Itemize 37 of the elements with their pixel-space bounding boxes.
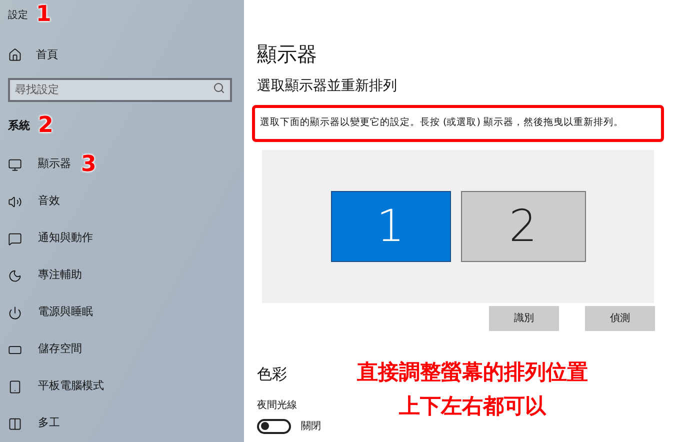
hint-text: 選取下面的顯示器以變更它的設定。長按 (或選取) 顯示器，然後拖曳以重新排列。 bbox=[260, 116, 624, 130]
app-title: 設定 bbox=[8, 8, 28, 22]
nav-item[interactable]: 專注輔助 bbox=[8, 267, 82, 284]
action-button[interactable]: 偵測 bbox=[585, 306, 655, 331]
search-field[interactable]: 尋找設定 bbox=[8, 78, 232, 102]
nav-item[interactable]: 通知與動作 bbox=[8, 230, 93, 247]
nav-item[interactable]: 電源與睡眠 bbox=[8, 304, 93, 321]
monitor-tile[interactable]: 2 bbox=[460, 191, 586, 262]
nav-item[interactable]: 顯示器 bbox=[8, 156, 71, 173]
nav-item[interactable]: 音效 bbox=[8, 193, 60, 210]
page-title: 顯示器 bbox=[257, 41, 318, 68]
section-heading: 系統 bbox=[8, 118, 30, 134]
moon-icon bbox=[8, 268, 22, 282]
speaker-icon bbox=[8, 194, 22, 208]
power-icon bbox=[8, 306, 22, 320]
annotation-caption: 直接調整螢幕的排列位置 bbox=[357, 359, 588, 386]
message-icon bbox=[8, 232, 22, 246]
action-button[interactable]: 識別 bbox=[489, 306, 559, 331]
annotation-caption: 上下左右都可以 bbox=[399, 393, 546, 420]
monitor-tile[interactable]: 1 bbox=[330, 191, 450, 262]
tablet-icon bbox=[8, 380, 22, 394]
columns-icon bbox=[8, 416, 22, 430]
section-subtitle: 選取顯示器並重新排列 bbox=[257, 77, 398, 96]
toggle-state: 關閉 bbox=[301, 420, 321, 434]
toggle-switch[interactable] bbox=[257, 418, 291, 434]
nav-item[interactable]: 儲存空間 bbox=[8, 341, 82, 358]
annotation-number: 1 bbox=[36, 4, 52, 26]
setting-label: 夜間光線 bbox=[257, 398, 297, 412]
nav-item[interactable]: 多工 bbox=[8, 415, 60, 432]
home-nav-item[interactable]: 首頁 bbox=[8, 46, 236, 64]
annotation-number: 3 bbox=[81, 154, 96, 176]
annotation-number: 2 bbox=[38, 115, 54, 138]
monitor-icon bbox=[8, 158, 22, 172]
color-heading: 色彩 bbox=[257, 364, 287, 385]
home-icon bbox=[8, 48, 22, 62]
nav-item[interactable]: 平板電腦模式 bbox=[8, 378, 104, 395]
search-icon bbox=[213, 82, 225, 94]
